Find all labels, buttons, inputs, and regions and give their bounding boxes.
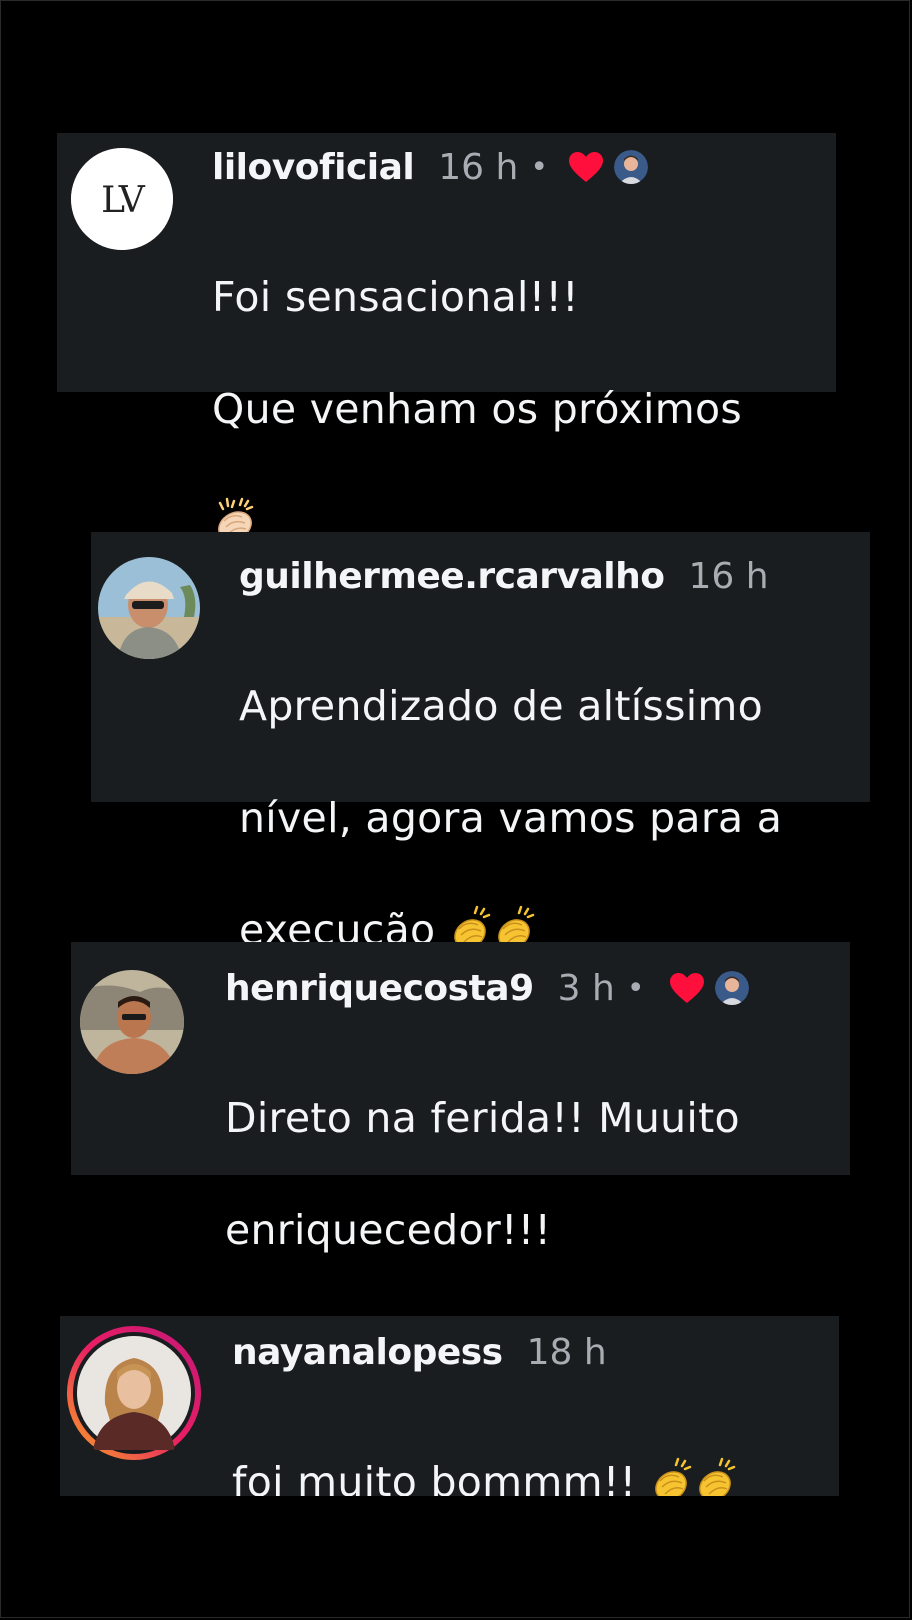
avatar-henriquecosta9[interactable] (80, 970, 184, 1074)
username[interactable]: nayanalopess (232, 1332, 503, 1373)
timestamp: 18 h (526, 1331, 607, 1373)
timestamp: 16 h (688, 555, 769, 597)
comment-line-with-emoji: foi muito bommm!! (232, 1454, 738, 1496)
comment-line: Direto na ferida!! Muuito (225, 1094, 740, 1142)
comment-line: enriquecedor!!! (225, 1206, 552, 1254)
man-with-sunglasses-photo-icon (80, 970, 184, 1074)
username[interactable]: lilovoficial (212, 147, 415, 188)
avatar-guilhermee[interactable] (98, 557, 200, 659)
comment-card-guilhermee: guilhermee.rcarvalho 16 h Aprendizado de… (91, 532, 870, 954)
comment-text: Direto na ferida!! Muuito enriquecedor!!… (225, 1034, 740, 1314)
username[interactable]: henriquecosta9 (225, 968, 534, 1009)
comment-card-lilovoficial: LV lilovoficial 16 h • Foi sensacional!!… (57, 133, 836, 541)
comment-line: Que venham os próximos (212, 385, 742, 433)
comment-meta: henriquecosta9 3 h • (225, 964, 749, 1012)
avatar-logo-text: LV (101, 180, 146, 221)
comment-line: Foi sensacional!!! (212, 273, 579, 321)
heart-icon (669, 973, 704, 1003)
comment-card-henriquecosta9: henriquecosta9 3 h • Direto na ferida!! … (71, 942, 850, 1254)
avatar-nayanalopess[interactable] (65, 1324, 203, 1462)
clapping-hands-icon (698, 1457, 735, 1496)
comment-text: foi muito bommm!! (232, 1398, 738, 1496)
separator-dot: • (530, 149, 549, 185)
author-avatar-icon (714, 971, 749, 1005)
clapping-hands-icon (654, 1457, 691, 1496)
comment-line: nível, agora vamos para a (239, 794, 783, 842)
separator-dot: • (626, 970, 645, 1006)
timestamp: 16 h (438, 146, 519, 188)
comment-line: foi muito bommm!! (232, 1458, 637, 1496)
man-with-cap-photo-icon (98, 557, 200, 659)
comment-meta: nayanalopess 18 h (232, 1328, 607, 1376)
comment-line: Aprendizado de altíssimo (239, 682, 764, 730)
author-avatar-icon (614, 150, 649, 184)
heart-icon (569, 152, 604, 182)
comment-meta: lilovoficial 16 h • (212, 143, 649, 191)
lv-monogram-logo-icon: LV (71, 148, 173, 250)
username[interactable]: guilhermee.rcarvalho (239, 556, 665, 597)
timestamp: 3 h (557, 967, 615, 1009)
avatar-lilovoficial[interactable]: LV (71, 148, 173, 250)
woman-portrait-photo-story-ring-icon (67, 1326, 201, 1460)
comment-card-nayanalopess: nayanalopess 18 h foi muito bommm!! (60, 1316, 839, 1496)
comment-meta: guilhermee.rcarvalho 16 h (239, 552, 769, 600)
